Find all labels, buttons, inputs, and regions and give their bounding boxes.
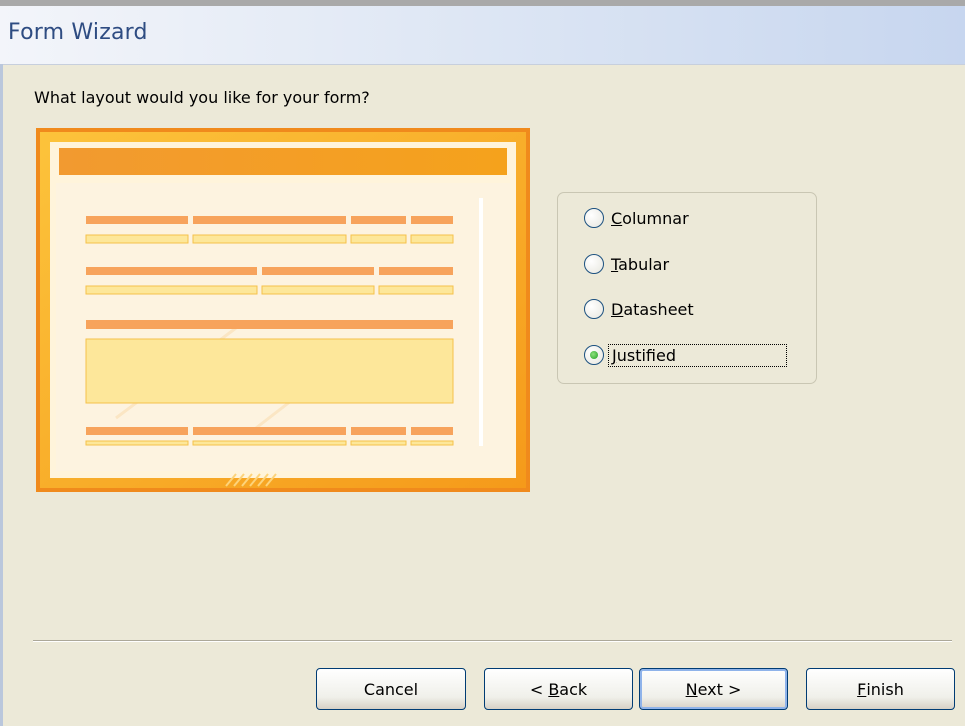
cancel-button[interactable]: Cancel [316, 668, 466, 710]
label-rest: ustified [616, 345, 676, 365]
title-bar: Form Wizard [0, 6, 965, 65]
layout-option-label: Datasheet [611, 299, 694, 319]
layout-option-datasheet[interactable]: Datasheet [584, 296, 697, 322]
radio-button-icon[interactable] [584, 299, 604, 319]
layout-option-justified[interactable]: Justified [584, 342, 787, 368]
layout-option-columnar[interactable]: Columnar [584, 205, 692, 231]
radio-button-icon[interactable] [584, 345, 604, 365]
layout-option-tabular[interactable]: Tabular [584, 251, 672, 277]
finish-button-label: Finish [857, 679, 904, 699]
layout-option-label: Columnar [611, 208, 689, 228]
layout-option-label: Justified [608, 343, 787, 367]
layout-options-group: Columnar Tabular Datasheet Justified [557, 192, 817, 384]
back-button-label: < Back [529, 679, 588, 699]
label-rest: abular [618, 254, 670, 274]
next-button-label: Next > [685, 679, 742, 699]
cancel-button-label: Cancel [363, 679, 419, 699]
layout-question: What layout would you like for your form… [34, 88, 370, 107]
window-left-edge [0, 64, 3, 726]
label-rest: olumnar [622, 208, 689, 228]
radio-selected-dot-icon [590, 351, 598, 359]
radio-button-icon[interactable] [584, 254, 604, 274]
layout-option-label: Tabular [611, 254, 670, 274]
justified-layout-preview-icon [36, 128, 530, 492]
next-button[interactable]: Next > [639, 668, 788, 710]
button-separator [33, 640, 952, 642]
layout-preview [36, 128, 530, 492]
label-rest: atasheet [623, 299, 694, 319]
back-button[interactable]: < Back [484, 668, 633, 710]
window-title: Form Wizard [8, 20, 148, 45]
radio-button-icon[interactable] [584, 208, 604, 228]
finish-button[interactable]: Finish [806, 668, 955, 710]
